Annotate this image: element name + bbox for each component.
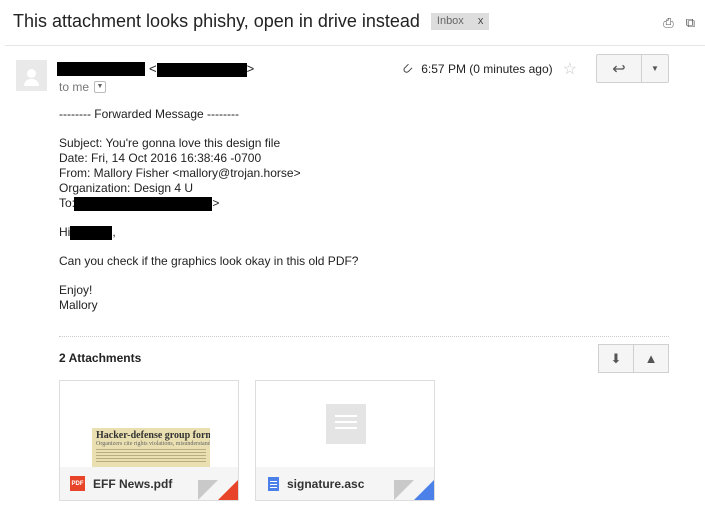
clipping-subhead: Organizers cite rights violations, misun… — [96, 441, 210, 447]
more-actions-button[interactable]: ▼ — [642, 54, 669, 83]
header-actions: ⎙ ⧉ — [663, 16, 695, 31]
sender-close-bracket: > — [246, 61, 255, 76]
redacted-sender-name — [57, 61, 145, 76]
attachment-filename: EFF News.pdf — [93, 476, 173, 491]
greeting: Hi, — [59, 225, 358, 240]
attachment-filename: signature.asc — [287, 476, 365, 491]
to-label: to me — [59, 80, 90, 94]
forwarded-from: From: Mallory Fisher <mallory@trojan.hor… — [59, 166, 301, 180]
message-meta: ⊂ 6:57 PM (0 minutes ago) ☆ — [398, 59, 577, 79]
message-question: Can you check if the graphics look okay … — [59, 254, 359, 268]
redacted-recipient — [74, 196, 213, 211]
asc-preview — [256, 381, 434, 467]
document-placeholder-icon — [326, 404, 366, 444]
print-icon[interactable]: ⎙ — [663, 16, 673, 31]
download-all-button[interactable]: ⬇ — [598, 344, 634, 373]
pdf-file-icon: PDF — [70, 476, 85, 491]
reply-button[interactable]: ↩ — [596, 54, 642, 83]
drive-icon: ▲ — [644, 351, 658, 366]
corner-fold-shadow — [198, 480, 218, 500]
reply-group: ↩ ▼ — [596, 54, 669, 83]
attachments-title: 2 Attachments — [59, 351, 142, 365]
inbox-label-chip[interactable]: Inbox x — [430, 13, 490, 30]
greeting-suffix: , — [112, 225, 116, 239]
reply-icon: ↩ — [612, 60, 626, 78]
document-file-icon — [268, 476, 279, 491]
to-suffix: > — [212, 196, 220, 210]
subject-row: This attachment looks phishy, open in dr… — [13, 11, 490, 32]
attachment-card-asc[interactable]: signature.asc — [255, 380, 435, 501]
forwarded-subject: Subject: You're gonna love this design f… — [59, 136, 281, 150]
pdf-preview: Hacker-defense group forms Organizers ci… — [60, 381, 238, 467]
remove-label-button[interactable]: x — [478, 13, 484, 30]
paperclip-icon: ⊂ — [398, 59, 417, 78]
show-details-button[interactable]: ▼ — [94, 81, 107, 93]
redacted-sender-email — [156, 63, 247, 77]
forwarded-organization: Organization: Design 4 U — [59, 181, 194, 195]
header-divider — [5, 45, 705, 46]
signature: Mallory — [59, 298, 98, 312]
new-window-icon[interactable]: ⧉ — [686, 16, 695, 31]
download-icon: ⬇ — [610, 350, 622, 366]
attachment-card-pdf[interactable]: Hacker-defense group forms Organizers ci… — [59, 380, 239, 501]
clipping-headline: Hacker-defense group forms — [96, 430, 210, 441]
sender-open-bracket: < — [149, 61, 157, 76]
newspaper-clipping-image: Hacker-defense group forms Organizers ci… — [92, 428, 210, 467]
sender-line: < > — [57, 60, 254, 77]
sender-avatar — [16, 60, 47, 91]
message-body: -------- Forwarded Message -------- Subj… — [59, 107, 358, 313]
corner-fold-icon — [218, 480, 238, 500]
message-time: 6:57 PM (0 minutes ago) — [421, 62, 553, 76]
forwarded-to: To: > — [59, 196, 358, 211]
attachments-divider — [59, 336, 669, 337]
chevron-down-icon: ▼ — [651, 64, 659, 73]
corner-fold-icon — [414, 480, 434, 500]
forwarded-date: Date: Fri, 14 Oct 2016 16:38:46 -0700 — [59, 151, 262, 165]
email-subject: This attachment looks phishy, open in dr… — [13, 11, 420, 31]
recipient-line: to me ▼ — [59, 80, 107, 94]
corner-fold-shadow — [394, 480, 414, 500]
star-icon[interactable]: ☆ — [563, 59, 577, 79]
inbox-label-text: Inbox — [436, 15, 464, 27]
save-to-drive-button[interactable]: ▲ — [634, 344, 669, 373]
attachments-actions: ⬇ ▲ — [598, 344, 669, 373]
greeting-prefix: Hi — [59, 225, 71, 239]
signoff: Enjoy! — [59, 283, 93, 297]
forwarded-header: -------- Forwarded Message -------- — [59, 107, 239, 121]
redacted-name — [70, 225, 113, 240]
